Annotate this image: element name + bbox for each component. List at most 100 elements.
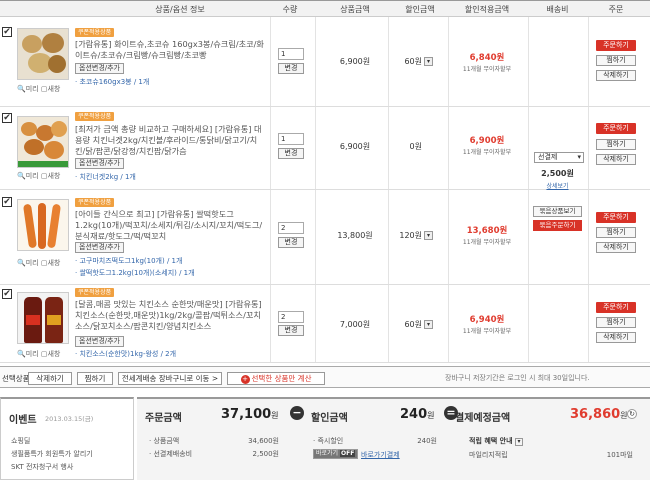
- option-line: · 치킨소스(순한맛)1kg-왕성 / 2개: [75, 350, 177, 358]
- product-amount-value: 34,600원: [248, 437, 279, 445]
- preview-link[interactable]: 🔍미리 ▢새창: [17, 171, 60, 181]
- final-price: 13,680원: [466, 226, 508, 236]
- quantity-input[interactable]: 1: [278, 133, 304, 145]
- option-line: · 고구마치즈떡도그1kg(10개) / 1개: [75, 257, 183, 265]
- benefit-info-label: 적립 혜택 안내 ▾: [469, 436, 523, 446]
- order-amount-value: 37,100원: [221, 407, 279, 422]
- shipping-method-select[interactable]: 선결제 ▾: [534, 152, 584, 163]
- event-title: 이벤트: [9, 415, 37, 426]
- option-change-button[interactable]: 옵션변경/추가: [75, 63, 124, 74]
- product-price: 7,000원: [339, 320, 371, 329]
- cart-table-header: 상품/옵션 정보 수량 상품금액 할인금액 할인적용금액 배송비 주문: [0, 0, 650, 17]
- col-final: 할인적용금액: [464, 5, 510, 14]
- final-price: 6,900원: [469, 136, 505, 146]
- move-global-cart-button[interactable]: 전세계배송 장바구니로 이동 >: [118, 372, 222, 385]
- product-name[interactable]: [가람유통] 화이트슈,초코슈 160gx3봉/슈크림/초코/화이트슈/초코슈/…: [75, 39, 265, 61]
- item-checkbox[interactable]: ✔: [2, 113, 12, 123]
- event-date: 2013.03.15(금): [45, 415, 94, 423]
- discount-amount: 0원: [409, 142, 422, 151]
- quantity-change-button[interactable]: 변경: [278, 237, 304, 248]
- bundle-view-button[interactable]: 묶음상품보기: [533, 206, 582, 217]
- shipping-amount: 2,500원: [541, 169, 574, 178]
- order-amount-label: 주문금액: [145, 413, 182, 424]
- selection-action-bar: 선택상품 삭제하기 찜하기 전세계배송 장바구니로 이동 > + 선택한 상품만 …: [0, 366, 650, 388]
- quantity-change-button[interactable]: 변경: [278, 148, 304, 159]
- delete-button[interactable]: 삭제하기: [596, 154, 636, 165]
- option-line: · 초코슈160gx3봉 / 1개: [75, 78, 150, 86]
- item-checkbox[interactable]: ✔: [2, 197, 12, 207]
- delete-button[interactable]: 삭제하기: [596, 242, 636, 253]
- calc-selected-button[interactable]: + 선택한 상품만 계산: [227, 372, 325, 385]
- option-line: · 치킨너겟2kg / 1개: [75, 173, 136, 181]
- wish-button[interactable]: 찜하기: [596, 227, 636, 238]
- product-thumbnail[interactable]: [17, 199, 69, 251]
- minus-icon: −: [290, 406, 304, 420]
- product-thumbnail[interactable]: [17, 116, 69, 168]
- quantity-input[interactable]: 2: [278, 311, 304, 323]
- coupon-badge: 쿠폰적용상품: [75, 198, 115, 207]
- quantity-change-button[interactable]: 변경: [278, 325, 304, 336]
- order-button[interactable]: 주문하기: [596, 302, 636, 313]
- quantity-input[interactable]: 2: [278, 222, 304, 234]
- delete-button[interactable]: 삭제하기: [596, 70, 636, 81]
- quantity-change-button[interactable]: 변경: [278, 63, 304, 74]
- refresh-icon[interactable]: ↻: [627, 409, 637, 419]
- item-checkbox[interactable]: ✔: [2, 289, 12, 299]
- shipping-detail-link[interactable]: 상세보기: [530, 181, 585, 190]
- discount-dropdown[interactable]: ▾: [424, 320, 433, 329]
- product-thumbnail[interactable]: [17, 28, 69, 80]
- quantity-input[interactable]: 1: [278, 48, 304, 60]
- discount-dropdown[interactable]: ▾: [424, 57, 433, 66]
- coupon-badge: 쿠폰적용상품: [75, 28, 115, 37]
- order-button[interactable]: 주문하기: [596, 123, 636, 134]
- final-price: 6,840원: [469, 53, 505, 63]
- discount-amount-value: 240원: [400, 407, 435, 422]
- event-item[interactable]: 생필품특가 회원특가 알리기: [11, 449, 93, 459]
- order-button[interactable]: 주문하기: [596, 40, 636, 51]
- coupon-badge: 쿠폰적용상품: [75, 112, 115, 121]
- col-product-info: 상품/옵션 정보: [155, 5, 205, 14]
- preview-link[interactable]: 🔍미리 ▢새창: [17, 349, 60, 359]
- event-item[interactable]: SKT 전자청구서 행사: [11, 462, 73, 472]
- discount-amount: 60원: [404, 320, 422, 329]
- mileage-value: 101마일: [606, 451, 633, 459]
- discount-amount: 60원: [404, 57, 422, 66]
- bundle-order-button[interactable]: 묶음주문하기: [533, 220, 582, 231]
- discount-amount-label: 할인금액: [311, 413, 348, 424]
- preview-link[interactable]: 🔍미리 ▢새창: [17, 258, 60, 268]
- wish-button[interactable]: 찜하기: [596, 55, 636, 66]
- instant-discount-label: · 즉시할인: [313, 437, 344, 445]
- product-name[interactable]: [최저가 금액 총량 비교하고 구매하세요] [가람유통] 대용량 치킨너겟2k…: [75, 124, 265, 157]
- option-change-button[interactable]: 옵션변경/추가: [75, 242, 124, 253]
- selection-label: 선택상품: [2, 374, 30, 383]
- wish-button[interactable]: 찜하기: [596, 317, 636, 328]
- col-order: 주문: [608, 5, 624, 14]
- col-price: 상품금액: [340, 5, 370, 14]
- final-amount-label: 결제예정금액: [455, 413, 511, 424]
- installment-note: 11개월 무이자할부: [462, 328, 512, 335]
- delete-button[interactable]: 삭제하기: [596, 332, 636, 343]
- delete-selected-button[interactable]: 삭제하기: [28, 372, 72, 385]
- event-panel: 이벤트 2013.03.15(금) 쇼핑딜 생필품특가 회원특가 알리기 SKT…: [0, 397, 134, 480]
- event-item[interactable]: 쇼핑딜: [11, 436, 30, 446]
- item-checkbox[interactable]: ✔: [2, 27, 12, 37]
- discount-amount: 120원: [399, 231, 422, 240]
- coupon-badge: 쿠폰적용상품: [75, 288, 115, 297]
- quick-pay-toggle[interactable]: 바로가기 OFF: [313, 449, 359, 459]
- mileage-label: 마일리지적립: [469, 451, 508, 459]
- preview-link[interactable]: 🔍미리 ▢새창: [17, 84, 60, 94]
- final-amount-value: 36,860원: [570, 407, 628, 422]
- product-price: 13,800원: [337, 231, 373, 240]
- discount-dropdown[interactable]: ▾: [424, 231, 433, 240]
- product-name[interactable]: [달콤,매콤 맛있는 치킨소스 순한맛/매운맛] [가람유통] 치킨소스(순한맛…: [75, 299, 265, 332]
- order-summary-panel: 주문금액 37,100원 할인금액 240원 결제예정금액 36,860원 ↻ …: [137, 397, 650, 480]
- instant-discount-value: 240원: [417, 437, 437, 445]
- option-change-button[interactable]: 옵션변경/추가: [75, 158, 124, 169]
- product-name[interactable]: [아이들 간식으로 최고] [가람유통] 쌀떡핫도그1.2kg(10개)/떡꼬치…: [75, 209, 265, 242]
- product-thumbnail[interactable]: [17, 292, 69, 344]
- quick-pay-link[interactable]: 바로가기결제: [361, 450, 400, 460]
- wish-button[interactable]: 찜하기: [596, 139, 636, 150]
- wish-selected-button[interactable]: 찜하기: [77, 372, 113, 385]
- option-change-button[interactable]: 옵션변경/추가: [75, 336, 124, 347]
- order-button[interactable]: 주문하기: [596, 212, 636, 223]
